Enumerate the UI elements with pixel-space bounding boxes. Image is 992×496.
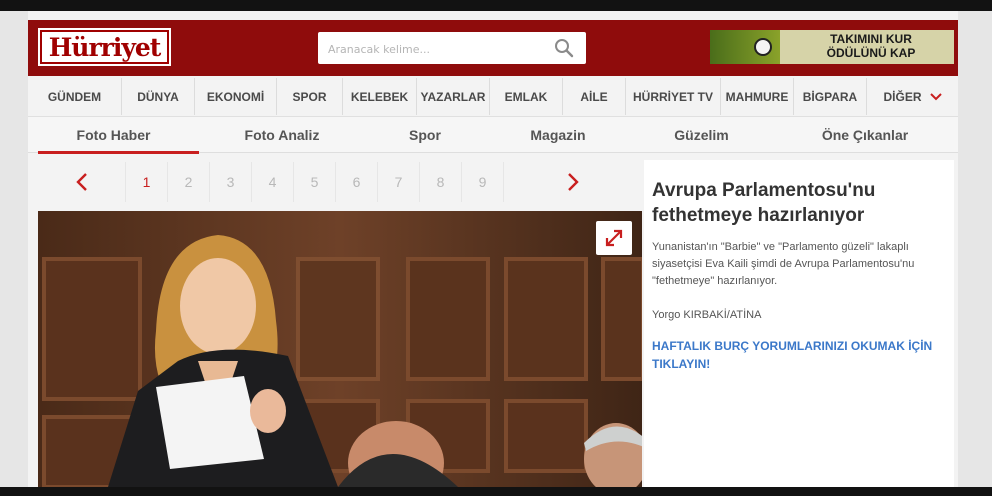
- tab-foto-haber[interactable]: Foto Haber: [28, 117, 199, 154]
- main-nav: GÜNDEM DÜNYA EKONOMİ SPOR KELEBEK YAZARL…: [28, 78, 958, 115]
- sub-nav: Foto Haber Foto Analiz Spor Magazin Güze…: [28, 116, 958, 154]
- top-border: [0, 0, 992, 11]
- search-box: [318, 32, 586, 64]
- search-input[interactable]: [326, 38, 550, 60]
- nav-item-mahmure[interactable]: MAHMURE: [721, 78, 794, 115]
- tab-magazin[interactable]: Magazin: [485, 117, 631, 153]
- nav-item-label: GÜNDEM: [47, 89, 102, 104]
- nav-item-yazarlar[interactable]: YAZARLAR: [417, 78, 490, 115]
- nav-item-kelebek[interactable]: KELEBEK: [343, 78, 417, 115]
- ad-banner[interactable]: TAKIMINI KUR ÖDÜLÜNÜ KAP: [710, 30, 954, 64]
- chevron-down-icon: [929, 92, 942, 100]
- page-number-3[interactable]: 3: [210, 162, 252, 202]
- nav-item-gundem[interactable]: GÜNDEM: [28, 78, 122, 115]
- nav-item-label: SPOR: [292, 89, 327, 104]
- article-author: Yorgo KIRBAKİ/ATİNA: [652, 309, 762, 321]
- expand-icon: [605, 229, 623, 247]
- chevron-right-icon: [568, 173, 579, 191]
- bottom-border: [0, 487, 992, 496]
- page-number-6[interactable]: 6: [336, 162, 378, 202]
- nav-item-label: YAZARLAR: [420, 89, 486, 104]
- tab-label: Öne Çıkanlar: [821, 127, 909, 143]
- nav-item-diger[interactable]: DİĞER: [867, 78, 958, 115]
- nav-item-label: BİGPARA: [802, 89, 858, 104]
- tab-label: Spor: [409, 127, 441, 143]
- tab-label: Foto Haber: [76, 127, 151, 143]
- tab-foto-analiz[interactable]: Foto Analiz: [199, 117, 365, 153]
- tab-label: Foto Analiz: [244, 127, 320, 143]
- logo-text: Hürriyet: [40, 30, 169, 64]
- nav-item-ekonomi[interactable]: EKONOMİ: [195, 78, 277, 115]
- tab-one-cikanlar[interactable]: Öne Çıkanlar: [772, 117, 958, 153]
- site-logo[interactable]: Hürriyet: [38, 28, 171, 66]
- photo-illustration: [38, 211, 642, 487]
- tab-guzelim[interactable]: Güzelim: [631, 117, 772, 153]
- tab-label: Güzelim: [674, 127, 729, 143]
- nav-item-label: EKONOMİ: [206, 89, 265, 104]
- next-button[interactable]: [504, 162, 642, 202]
- tab-label: Magazin: [530, 127, 586, 143]
- gallery-photo[interactable]: [38, 211, 642, 487]
- ad-banner-line2: ÖDÜLÜNÜ KAP: [826, 46, 916, 60]
- tab-spor[interactable]: Spor: [365, 117, 485, 153]
- gallery-pagination: 1 2 3 4 5 6 7 8 9: [38, 162, 642, 202]
- nav-item-label: EMLAK: [504, 89, 548, 104]
- ad-banner-line1: TAKIMINI KUR: [830, 32, 912, 46]
- nav-item-label: DÜNYA: [137, 89, 179, 104]
- nav-item-label: KELEBEK: [350, 89, 409, 104]
- nav-item-spor[interactable]: SPOR: [277, 78, 343, 115]
- chevron-left-icon: [75, 173, 87, 191]
- page-number-4[interactable]: 4: [252, 162, 294, 202]
- nav-item-bigpara[interactable]: BİGPARA: [794, 78, 867, 115]
- prev-button[interactable]: [38, 162, 126, 202]
- page-number-7[interactable]: 7: [378, 162, 420, 202]
- nav-item-dunya[interactable]: DÜNYA: [122, 78, 195, 115]
- article-title: Avrupa Parlamentosu'nu fethetmeye hazırl…: [652, 180, 876, 226]
- nav-item-label: AİLE: [580, 89, 608, 104]
- ad-banner-text: TAKIMINI KUR ÖDÜLÜNÜ KAP: [796, 32, 946, 60]
- page-number-2[interactable]: 2: [168, 162, 210, 202]
- page: Hürriyet TAKIMINI KUR ÖDÜLÜNÜ KAP GÜNDEM…: [28, 11, 958, 487]
- article-panel: Avrupa Parlamentosu'nu fethetmeye hazırl…: [644, 160, 954, 487]
- nav-item-aile[interactable]: AİLE: [563, 78, 626, 115]
- nav-item-emlak[interactable]: EMLAK: [490, 78, 563, 115]
- search-icon[interactable]: [554, 38, 574, 58]
- page-number-5[interactable]: 5: [294, 162, 336, 202]
- page-number-8[interactable]: 8: [420, 162, 462, 202]
- site-header: Hürriyet TAKIMINI KUR ÖDÜLÜNÜ KAP: [28, 20, 958, 76]
- fullscreen-button[interactable]: [596, 221, 632, 255]
- nav-item-hurriyet-tv[interactable]: HÜRRİYET TV: [626, 78, 721, 115]
- nav-item-label: MAHMURE: [725, 89, 789, 104]
- page-number-9[interactable]: 9: [462, 162, 504, 202]
- article-summary: Yunanistan'ın "Barbie" ve "Parlamento gü…: [652, 241, 915, 287]
- page-number-1[interactable]: 1: [126, 162, 168, 202]
- soccer-ball-icon: [754, 38, 772, 56]
- nav-item-label: DİĞER: [883, 89, 922, 104]
- nav-item-label: HÜRRİYET TV: [632, 89, 713, 104]
- horoscope-promo-link[interactable]: HAFTALIK BURÇ YORUMLARINIZI OKUMAK İÇİN …: [652, 337, 944, 373]
